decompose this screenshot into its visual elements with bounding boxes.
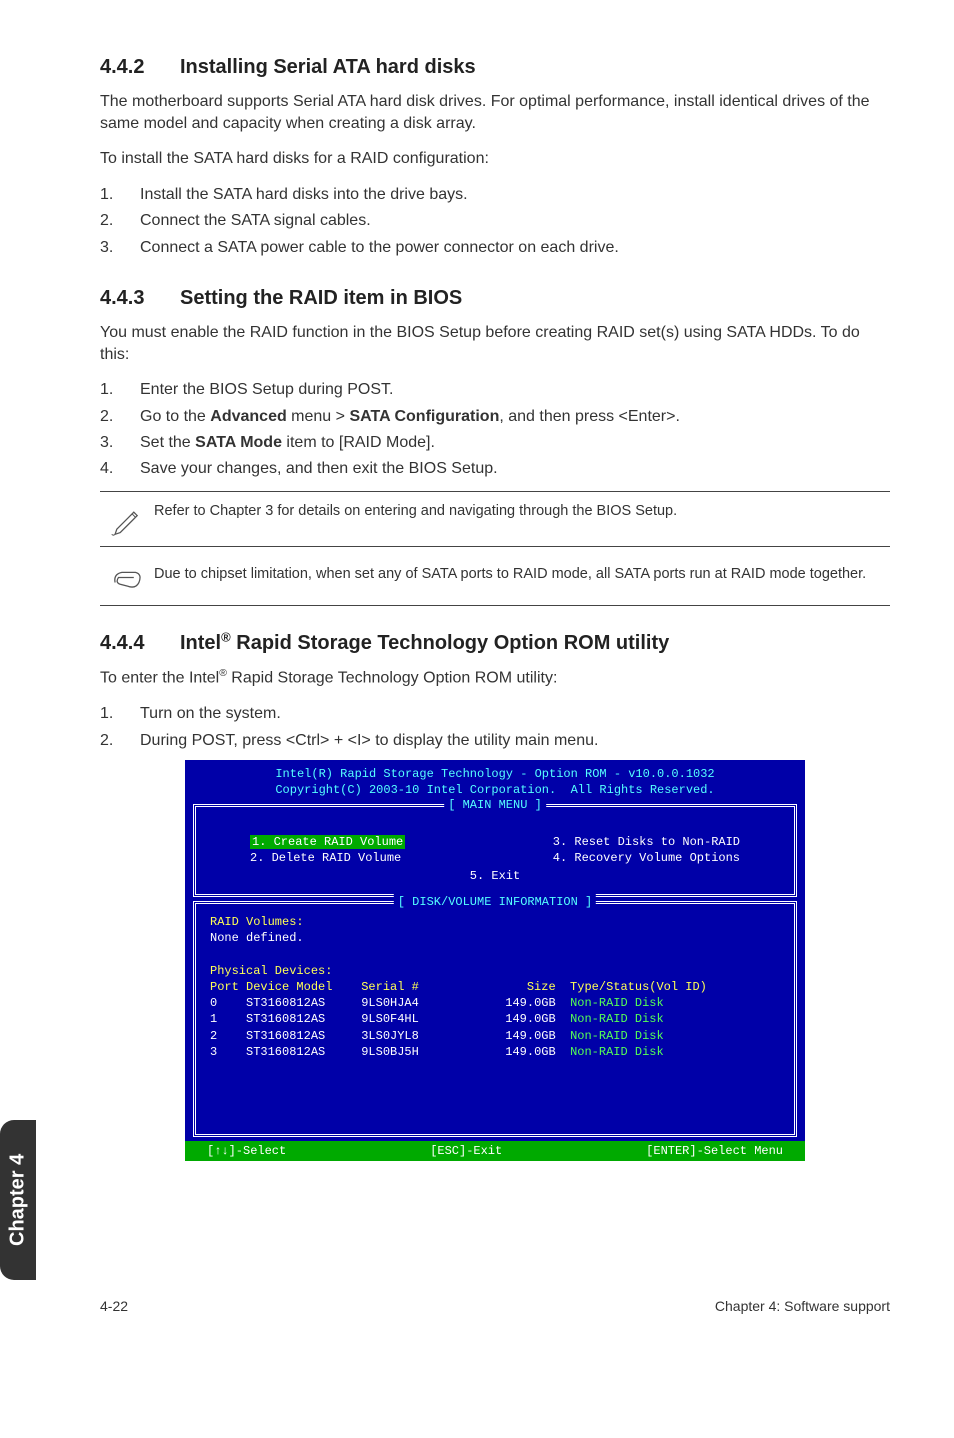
steps-444: 1.Turn on the system. 2.During POST, pre… (100, 703, 890, 752)
note-caution: Due to chipset limitation, when set any … (100, 555, 890, 606)
step-443-2: 2.Go to the Advanced menu > SATA Configu… (100, 406, 890, 428)
page-number: 4-22 (100, 1298, 128, 1314)
step-444-2: 2.During POST, press <Ctrl> + <I> to dis… (100, 730, 890, 752)
heading-442: 4.4.2Installing Serial ATA hard disks (100, 56, 890, 79)
bios-main-menu: [ MAIN MENU ] 1. Create RAID Volume 2. D… (193, 804, 797, 897)
page-footer: 4-22 Chapter 4: Software support (100, 1298, 890, 1314)
step-443-3: 3.Set the SATA Mode item to [RAID Mode]. (100, 432, 890, 454)
step-442-3: 3.Connect a SATA power cable to the powe… (100, 237, 890, 259)
bios-screenshot: Intel(R) Rapid Storage Technology - Opti… (185, 760, 805, 1161)
footer-exit: [ESC]-Exit (430, 1143, 502, 1159)
heading-title: Setting the RAID item in BIOS (180, 287, 462, 309)
frame-title: [ MAIN MENU ] (444, 797, 546, 813)
menu-item-recovery[interactable]: 4. Recovery Volume Options (553, 851, 740, 865)
heading-num: 4.4.3 (100, 287, 180, 310)
para-442-2: To install the SATA hard disks for a RAI… (100, 148, 890, 170)
heading-443: 4.4.3Setting the RAID item in BIOS (100, 287, 890, 310)
heading-title: Intel® Rapid Storage Technology Option R… (180, 632, 669, 654)
note-text: Due to chipset limitation, when set any … (154, 565, 890, 585)
heading-num: 4.4.2 (100, 56, 180, 79)
note-text: Refer to Chapter 3 for details on enteri… (154, 502, 890, 522)
menu-item-create[interactable]: 1. Create RAID Volume (250, 835, 405, 849)
note-info: Refer to Chapter 3 for details on enteri… (100, 491, 890, 547)
chapter-tab: Chapter 4 (0, 1120, 36, 1280)
step-442-2: 2.Connect the SATA signal cables. (100, 210, 890, 232)
step-442-1: 1.Install the SATA hard disks into the d… (100, 184, 890, 206)
para-442-1: The motherboard supports Serial ATA hard… (100, 91, 890, 134)
step-443-4: 4.Save your changes, and then exit the B… (100, 458, 890, 480)
menu-item-delete[interactable]: 2. Delete RAID Volume (250, 851, 401, 865)
frame-title: [ DISK/VOLUME INFORMATION ] (394, 894, 596, 910)
step-443-1: 1.Enter the BIOS Setup during POST. (100, 379, 890, 401)
steps-442: 1.Install the SATA hard disks into the d… (100, 184, 890, 259)
steps-443: 1.Enter the BIOS Setup during POST. 2.Go… (100, 379, 890, 481)
disk-table: RAID Volumes: None defined. Physical Dev… (210, 914, 780, 1060)
chapter-label: Chapter 4: Software support (715, 1298, 890, 1314)
footer-select: [↑↓]-Select (207, 1143, 286, 1159)
footer-enter: [ENTER]-Select Menu (646, 1143, 783, 1159)
bios-footer: [↑↓]-Select [ESC]-Exit [ENTER]-Select Me… (185, 1141, 805, 1161)
step-444-1: 1.Turn on the system. (100, 703, 890, 725)
paperclip-icon (100, 565, 154, 595)
heading-num: 4.4.4 (100, 632, 180, 655)
pencil-icon (100, 502, 154, 536)
heading-444: 4.4.4Intel® Rapid Storage Technology Opt… (100, 630, 890, 656)
heading-title: Installing Serial ATA hard disks (180, 56, 476, 78)
bios-disk-info: [ DISK/VOLUME INFORMATION ] RAID Volumes… (193, 901, 797, 1137)
menu-item-reset[interactable]: 3. Reset Disks to Non-RAID (553, 835, 740, 849)
para-443-1: You must enable the RAID function in the… (100, 322, 890, 365)
para-444-1: To enter the Intel® Rapid Storage Techno… (100, 667, 890, 689)
bios-header: Intel(R) Rapid Storage Technology - Opti… (185, 760, 805, 800)
menu-item-exit[interactable]: 5. Exit (470, 869, 520, 883)
